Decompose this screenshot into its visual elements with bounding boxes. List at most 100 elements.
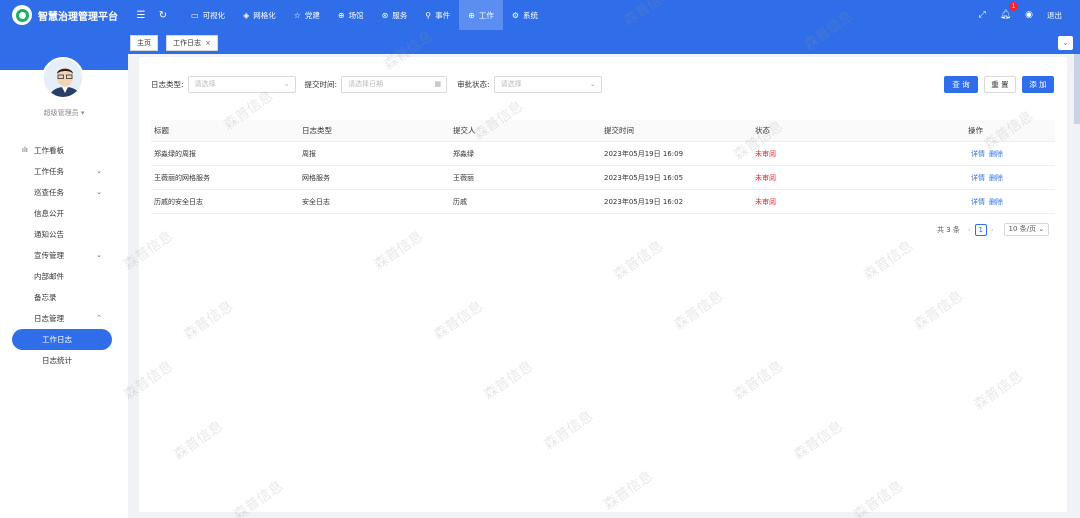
- chevron-down-icon: ⌄: [283, 79, 290, 88]
- chevron-down-icon: ⌄: [1038, 225, 1045, 233]
- nav-item-event[interactable]: ⚲ 事件: [416, 0, 459, 30]
- close-icon[interactable]: ×: [205, 39, 211, 47]
- top-nav: ▭ 可视化 ◈ 网格化 ☆ 党建 ⊕ 场馆 ⊛ 服务 ⚲ 事件 ⊕ 工作 ⚙ 系统: [182, 0, 547, 30]
- sidebar-item-notice[interactable]: 通知公告: [0, 224, 128, 245]
- work-icon: ⊕: [468, 10, 475, 20]
- delete-link[interactable]: 删除: [989, 198, 1003, 206]
- tabs-more-button[interactable]: ⌄: [1058, 36, 1073, 50]
- cell-submitter: 王薇丽: [453, 173, 474, 182]
- log-type-select[interactable]: 请选择 ⌄: [187, 75, 296, 93]
- bell-icon[interactable]: 🔔︎ 1: [1000, 2, 1019, 20]
- table-header: 标题 日志类型 提交人 提交时间 状态 操作: [151, 120, 1055, 142]
- avatar[interactable]: [42, 57, 84, 99]
- nav-item-service[interactable]: ⊛ 服务: [373, 0, 417, 30]
- cell-actions: 详情 删除: [906, 149, 1055, 159]
- sidebar-item-patrol-task[interactable]: 巡查任务 ⌄: [0, 182, 128, 203]
- nav-item-system[interactable]: ⚙ 系统: [503, 0, 547, 30]
- nav-item-party[interactable]: ☆ 党建: [285, 0, 329, 30]
- bar-chart-icon: ılı: [22, 146, 28, 154]
- cell-actions: 详情 删除: [906, 197, 1055, 207]
- chevron-up-icon: ⌃: [96, 314, 102, 322]
- log-table: 标题 日志类型 提交人 提交时间 状态 操作 郑淼绿的周报 周报 郑淼绿 202…: [151, 120, 1055, 214]
- user-icon[interactable]: ◉: [1025, 10, 1033, 20]
- logout-button[interactable]: 退出: [1047, 10, 1062, 21]
- filter-row: 日志类型: 请选择 ⌄ 提交时间: 请选择日期 ▦ 审批状态: 请选择 ⌄: [151, 75, 602, 93]
- search-button[interactable]: 查 询: [944, 76, 978, 93]
- table-row: 王薇丽的网格服务 网格服务 王薇丽 2023年05月19日 16:05 未审阅 …: [151, 166, 1055, 190]
- sidebar-item-propaganda[interactable]: 宣传管理 ⌄: [0, 245, 128, 266]
- submit-time-picker[interactable]: 请选择日期 ▦: [341, 75, 448, 93]
- next-page-icon[interactable]: ›: [991, 226, 994, 234]
- scrollbar[interactable]: [1074, 54, 1080, 124]
- nav-item-visualization[interactable]: ▭ 可视化: [182, 0, 234, 30]
- chevron-down-icon: ⌄: [589, 79, 596, 88]
- menu-toggle-icon[interactable]: ☰: [130, 10, 152, 21]
- status-badge: 未审阅: [755, 173, 776, 182]
- reset-button[interactable]: 重 置: [984, 76, 1016, 93]
- user-menu[interactable]: 超级管理员 ▾: [0, 108, 128, 118]
- pagination: 共 3 条 ‹ 1 › 10 条/页 ⌄: [937, 223, 1050, 236]
- monitor-icon: ▭: [191, 10, 199, 20]
- cell-time: 2023年05月19日 16:05: [604, 173, 684, 182]
- approval-status-select[interactable]: 请选择 ⌄: [493, 75, 602, 93]
- cell-time: 2023年05月19日 16:09: [604, 149, 684, 158]
- detail-link[interactable]: 详情: [971, 150, 985, 158]
- nav-item-venue[interactable]: ⊕ 场馆: [329, 0, 373, 30]
- sidebar-item-log-manage[interactable]: 日志管理 ⌃: [0, 308, 128, 329]
- tab-work-log[interactable]: 工作日志 ×: [166, 35, 218, 51]
- approval-status-label: 审批状态:: [457, 79, 490, 89]
- table-row: 历戚的安全日志 安全日志 历戚 2023年05月19日 16:02 未审阅 详情…: [151, 190, 1055, 214]
- location-icon: ⚲: [425, 10, 432, 20]
- refresh-icon[interactable]: ↻: [152, 10, 174, 21]
- column-header: 提交时间: [604, 126, 634, 135]
- fullscreen-icon[interactable]: ⤢: [979, 10, 986, 20]
- cell-type: 网格服务: [302, 173, 330, 182]
- gear-icon: ⚙: [511, 10, 520, 20]
- detail-link[interactable]: 详情: [971, 198, 985, 206]
- cell-time: 2023年05月19日 16:02: [604, 197, 684, 206]
- page-number[interactable]: 1: [974, 223, 987, 236]
- status-badge: 未审阅: [755, 197, 776, 206]
- logo-icon: [12, 5, 32, 25]
- cell-submitter: 郑淼绿: [453, 149, 474, 158]
- prev-page-icon[interactable]: ‹: [968, 226, 971, 234]
- log-type-label: 日志类型:: [151, 79, 184, 89]
- column-header: 标题: [154, 126, 169, 135]
- column-header: 状态: [755, 126, 770, 135]
- user-name: 超级管理员: [43, 109, 79, 117]
- nav-item-work[interactable]: ⊕ 工作: [459, 0, 503, 30]
- nav-item-grid[interactable]: ◈ 网格化: [234, 0, 285, 30]
- sidebar-menu: ılı 工作看板 工作任务 ⌄ 巡查任务 ⌄ 信息公开 通知公告 宣传管理 ⌄ 内部邮件…: [0, 140, 128, 371]
- grid-icon: ◈: [243, 10, 250, 20]
- app-title: 智慧治理管理平台: [38, 11, 118, 23]
- sidebar-item-info-public[interactable]: 信息公开: [0, 203, 128, 224]
- sidebar-item-internal-mail[interactable]: 内部邮件: [0, 266, 128, 287]
- top-bar: 智慧治理管理平台 ☰ ↻ ▭ 可视化 ◈ 网格化 ☆ 党建 ⊕ 场馆 ⊛ 服务 ⚲ 事件 ⊕…: [0, 0, 1080, 30]
- sidebar-item-log-stats[interactable]: 日志统计: [0, 350, 128, 371]
- submit-time-label: 提交时间:: [304, 79, 338, 89]
- star-icon: ☆: [293, 10, 301, 20]
- sidebar-item-work-log[interactable]: 工作日志: [12, 329, 112, 350]
- cell-type: 周报: [302, 149, 316, 158]
- add-button[interactable]: 添 加: [1022, 76, 1054, 93]
- calendar-icon: ▦: [434, 79, 442, 88]
- chevron-down-icon: ⌄: [96, 167, 102, 175]
- page-size-select[interactable]: 10 条/页 ⌄: [1003, 223, 1050, 236]
- cell-title: 郑淼绿的周报: [154, 149, 196, 158]
- cell-type: 安全日志: [302, 197, 330, 206]
- delete-link[interactable]: 删除: [989, 174, 1003, 182]
- cell-title: 王薇丽的网格服务: [154, 173, 210, 182]
- venue-icon: ⊕: [337, 10, 345, 20]
- sidebar-item-memo[interactable]: 备忘录: [0, 287, 128, 308]
- delete-link[interactable]: 删除: [989, 150, 1003, 158]
- detail-link[interactable]: 详情: [971, 174, 985, 182]
- tab-home[interactable]: 主页: [130, 35, 158, 51]
- sidebar-item-work-board[interactable]: ılı 工作看板: [0, 140, 128, 161]
- brand: 智慧治理管理平台: [0, 0, 130, 30]
- chevron-down-icon: ⌄: [96, 251, 102, 259]
- cell-actions: 详情 删除: [906, 173, 1055, 183]
- sidebar: 超级管理员 ▾ ılı 工作看板 工作任务 ⌄ 巡查任务 ⌄ 信息公开 通知公告 宣传…: [0, 30, 128, 518]
- column-header: 日志类型: [302, 126, 332, 135]
- column-header: 操作: [968, 126, 983, 135]
- sidebar-item-work-task[interactable]: 工作任务 ⌄: [0, 161, 128, 182]
